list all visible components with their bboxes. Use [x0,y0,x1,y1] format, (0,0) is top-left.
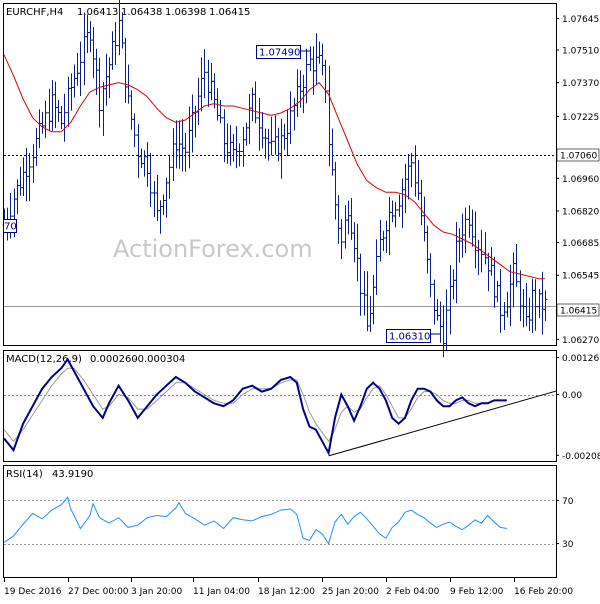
price-hline-label-2: 1.06415 [556,303,600,317]
rsi-header-value: 43.9190 [52,469,93,480]
ohlc-open: 1.06413 [77,7,118,18]
macd-tick-label: 0.00 [562,391,582,401]
price-tick-label: 1.06960 [562,175,599,185]
hline-label-1: 1.07060 [560,152,597,162]
chart-svg: ActionForex.com EURCHF,H4 1.06413 1.0643… [0,0,600,600]
price-tick-label: 1.07510 [562,47,599,57]
time-tick-label: 18 Jan 12:00 [258,587,315,597]
time-tick-label: 16 Feb 20:00 [514,587,573,597]
rsi-tick-label: 30 [562,540,574,550]
price-tick-label: 1.06545 [562,272,599,282]
ohlc-close: 1.06415 [209,7,250,18]
time-tick-label: 2 Feb 04:00 [386,587,440,597]
annotation-low-label: 1.06310 [389,332,430,343]
time-tick-label: 11 Jan 04:00 [193,587,250,597]
rsi-header-name: RSI(14) [6,469,43,480]
time-tick-label: 27 Dec 00:00 [68,587,129,597]
annotation-left: 70 [3,219,17,233]
ohlc-low: 1.06398 [165,7,206,18]
watermark: ActionForex.com [113,235,313,263]
time-tick-label: 9 Feb 12:00 [450,587,504,597]
macd-tick-label: 0.001263 [562,354,600,364]
time-tick-label: 3 Jan 20:00 [131,587,183,597]
price-tick-label: 1.07370 [562,79,599,89]
price-header: EURCHF,H4 1.06413 1.06438 1.06398 1.0641… [6,7,250,18]
price-tick-label: 1.06685 [562,239,599,249]
ohlc-high: 1.06438 [121,7,162,18]
price-hline-label-1: 1.07060 [556,148,600,162]
rsi-tick-label: 70 [562,497,574,507]
time-tick-label: 19 Dec 2016 [4,587,62,597]
annotation-high-label: 1.07490 [259,48,300,59]
price-tick-label: 1.07225 [562,113,599,123]
chart-stage: ActionForex.com EURCHF,H4 1.06413 1.0643… [0,0,600,600]
price-tick-label: 1.06270 [562,336,599,346]
time-tick-label: 25 Jan 20:00 [322,587,379,597]
annotation-left-label: 70 [4,222,17,233]
macd-header-value1: 0.000260 [90,354,138,365]
price-tick-label: 1.07645 [562,15,599,25]
symbol-timeframe: EURCHF,H4 [6,7,63,18]
macd-tick-label: -0.00208 [562,452,600,462]
price-tick-label: 1.06820 [562,208,599,218]
hline-label-2: 1.06415 [560,307,597,317]
macd-header-value2: -0.000304 [134,354,185,365]
